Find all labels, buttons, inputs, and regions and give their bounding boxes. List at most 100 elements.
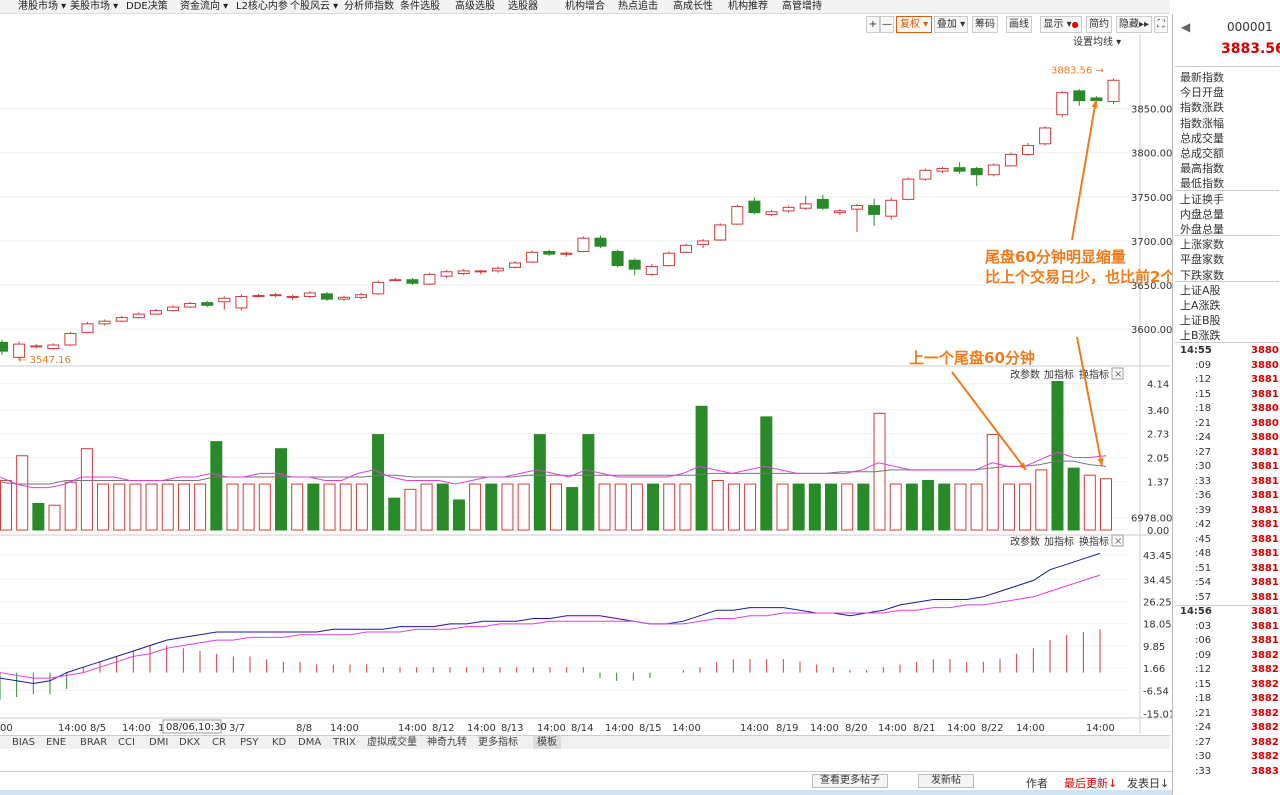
candle-body [1107,79,1120,102]
quote-field-label: 上证B股 [1180,314,1221,328]
x-axis-label: 14:00 [58,723,87,734]
change-params-button[interactable]: 改参数 [1010,535,1040,548]
tick-time: :45 [1195,533,1212,545]
tick-time: :30 [1195,461,1212,472]
top-menu-item[interactable]: 美股市场 ▾ [70,0,118,13]
top-menu-item[interactable]: 港股市场 ▾ [18,0,66,13]
indicator-tab[interactable]: 更多指标 [478,736,518,749]
indicator-tab[interactable]: 模板 [533,736,561,749]
volume-bar [275,448,287,531]
arrow-head [1091,100,1098,108]
indicator-tab[interactable]: TRIX [333,736,356,749]
top-menu-item[interactable]: L2核心内参 [236,0,288,13]
price-axis-label: 3800.00 [1131,149,1172,160]
indicator-tab[interactable]: 神奇九转 [427,736,467,749]
indicator-tab[interactable]: BIAS [12,736,35,749]
macd-axis-label: 43.45 [1143,551,1172,562]
quote-side-panel: ◀ 000001 3883.56 最新指数 今日开盘 指数涨跌 指数涨幅 总成交量 总成交… [1172,14,1280,795]
indicator-tab[interactable]: 虚拟成交量 [367,736,417,749]
candle-body [1073,90,1086,102]
top-menu-item[interactable]: 选股器 [508,0,538,13]
top-menu-item[interactable]: 个股风云 ▾ [290,0,338,13]
candle-body [64,333,77,346]
tick-price: 3880. [1251,345,1280,356]
tick-price: 3881.5 [1251,475,1280,487]
volume-bar [889,483,902,531]
volume-bar [630,483,643,531]
x-axis-label: 14:00 [1016,723,1045,734]
tick-price: 3882.2 [1251,678,1280,690]
fuquan-button[interactable]: 复权 ▾ [896,16,932,33]
back-arrow-icon[interactable]: ◀ [1181,20,1190,34]
tick-price: 3881.8 [1251,635,1280,646]
indicator-tab[interactable]: ENE [46,736,66,749]
status-strip [0,790,1280,795]
indicator-tab[interactable]: CR [212,736,226,749]
zoom-out-button[interactable]: — [880,16,894,33]
indicator-tab[interactable]: DMI [149,736,168,749]
indicator-tab[interactable]: CCI [118,736,135,749]
overlay-button[interactable]: 叠加 ▾ [934,16,968,33]
price-axis-label: 3600.00 [1131,325,1172,336]
tick-price: 3881.6 [1251,620,1280,632]
indicator-tab[interactable]: DKX [179,736,200,749]
add-indicator-button[interactable]: 加指标 [1044,368,1074,381]
view-more-posts-button[interactable]: 查看更多帖子 [812,774,888,788]
top-menu-item[interactable]: 高管增持 [782,0,822,13]
tick-time: :39 [1195,504,1212,516]
latest-update-column-header[interactable]: 最后更新↓ [1064,775,1117,791]
tick-time: :51 [1195,562,1212,574]
volume-bar [1067,467,1080,531]
x-axis-label: 8/22 [981,723,1003,734]
top-menu-item[interactable]: 高成长性 [673,0,713,13]
volume-bar [1019,483,1032,531]
change-params-button[interactable]: 改参数 [1010,368,1040,381]
volume-bar [64,481,77,531]
indicator-tab[interactable]: DMA [298,736,321,749]
zoom-in-button[interactable]: + [866,16,880,33]
top-menu-item[interactable]: 高级选股 [455,0,495,13]
macd-axis-label: 26.25 [1143,598,1172,609]
volume-bar [986,434,999,531]
chip-button[interactable]: 筹码 [972,16,998,33]
top-menu-item[interactable]: 条件选股 [400,0,440,13]
x-axis-label: 14:00 [605,723,634,734]
add-indicator-button[interactable]: 加指标 [1044,535,1074,548]
set-ma-button[interactable]: 设置均线 ▾ [1073,35,1121,48]
candle-body [1004,153,1017,167]
volume-bar [194,483,207,531]
x-axis-label: 14:00 [467,723,496,734]
candle-body [406,279,419,284]
switch-indicator-button[interactable]: 换指标 [1079,535,1109,548]
brief-button[interactable]: 简约 [1086,16,1112,33]
hide-button[interactable]: 隐藏▸▸ [1116,16,1152,33]
top-menu-item[interactable]: 机构增合 [565,0,605,13]
tick-time: 14:55 [1180,345,1212,356]
candle-body [953,167,966,172]
fullscreen-button[interactable]: ⛶ [1154,16,1168,33]
tick-time: :18 [1195,693,1212,704]
top-menu-item[interactable]: 热点追击 [618,0,658,13]
post-date-column-header[interactable]: 发表日↓ [1127,775,1169,791]
volume-axis-label: 3.40 [1147,406,1169,417]
draw-line-button[interactable]: 画线 [1006,16,1032,33]
display-button[interactable]: 显示 ▾● [1040,16,1082,33]
indicator-tab[interactable]: KD [272,736,286,749]
tick-price: 3881.7 [1251,606,1280,617]
top-menu-item[interactable]: 机构推荐 [728,0,768,13]
indicator-tab[interactable]: PSY [240,736,259,749]
indicator-tab[interactable]: BRAR [80,736,107,749]
author-column-header[interactable]: 作者 [1026,775,1048,791]
tick-price: 3882.2 [1251,736,1280,748]
volume-bar [210,441,223,531]
volume-bar [598,483,611,531]
top-menu-item[interactable]: DDE决策 [126,0,168,13]
top-menu-item[interactable]: 分析师指数 [344,0,394,13]
quote-field-label: 指数涨跌 [1180,101,1224,115]
top-menu-item[interactable]: 资金流向 ▾ [180,0,228,13]
kline-chart[interactable]: 3850.003800.003750.003700.003650.003600.… [0,34,1172,734]
macd-axis-label: 1.66 [1143,664,1165,675]
new-post-button[interactable]: 发新帖 [918,774,974,788]
volume-bar [129,483,142,531]
tick-time: :06 [1195,635,1212,646]
